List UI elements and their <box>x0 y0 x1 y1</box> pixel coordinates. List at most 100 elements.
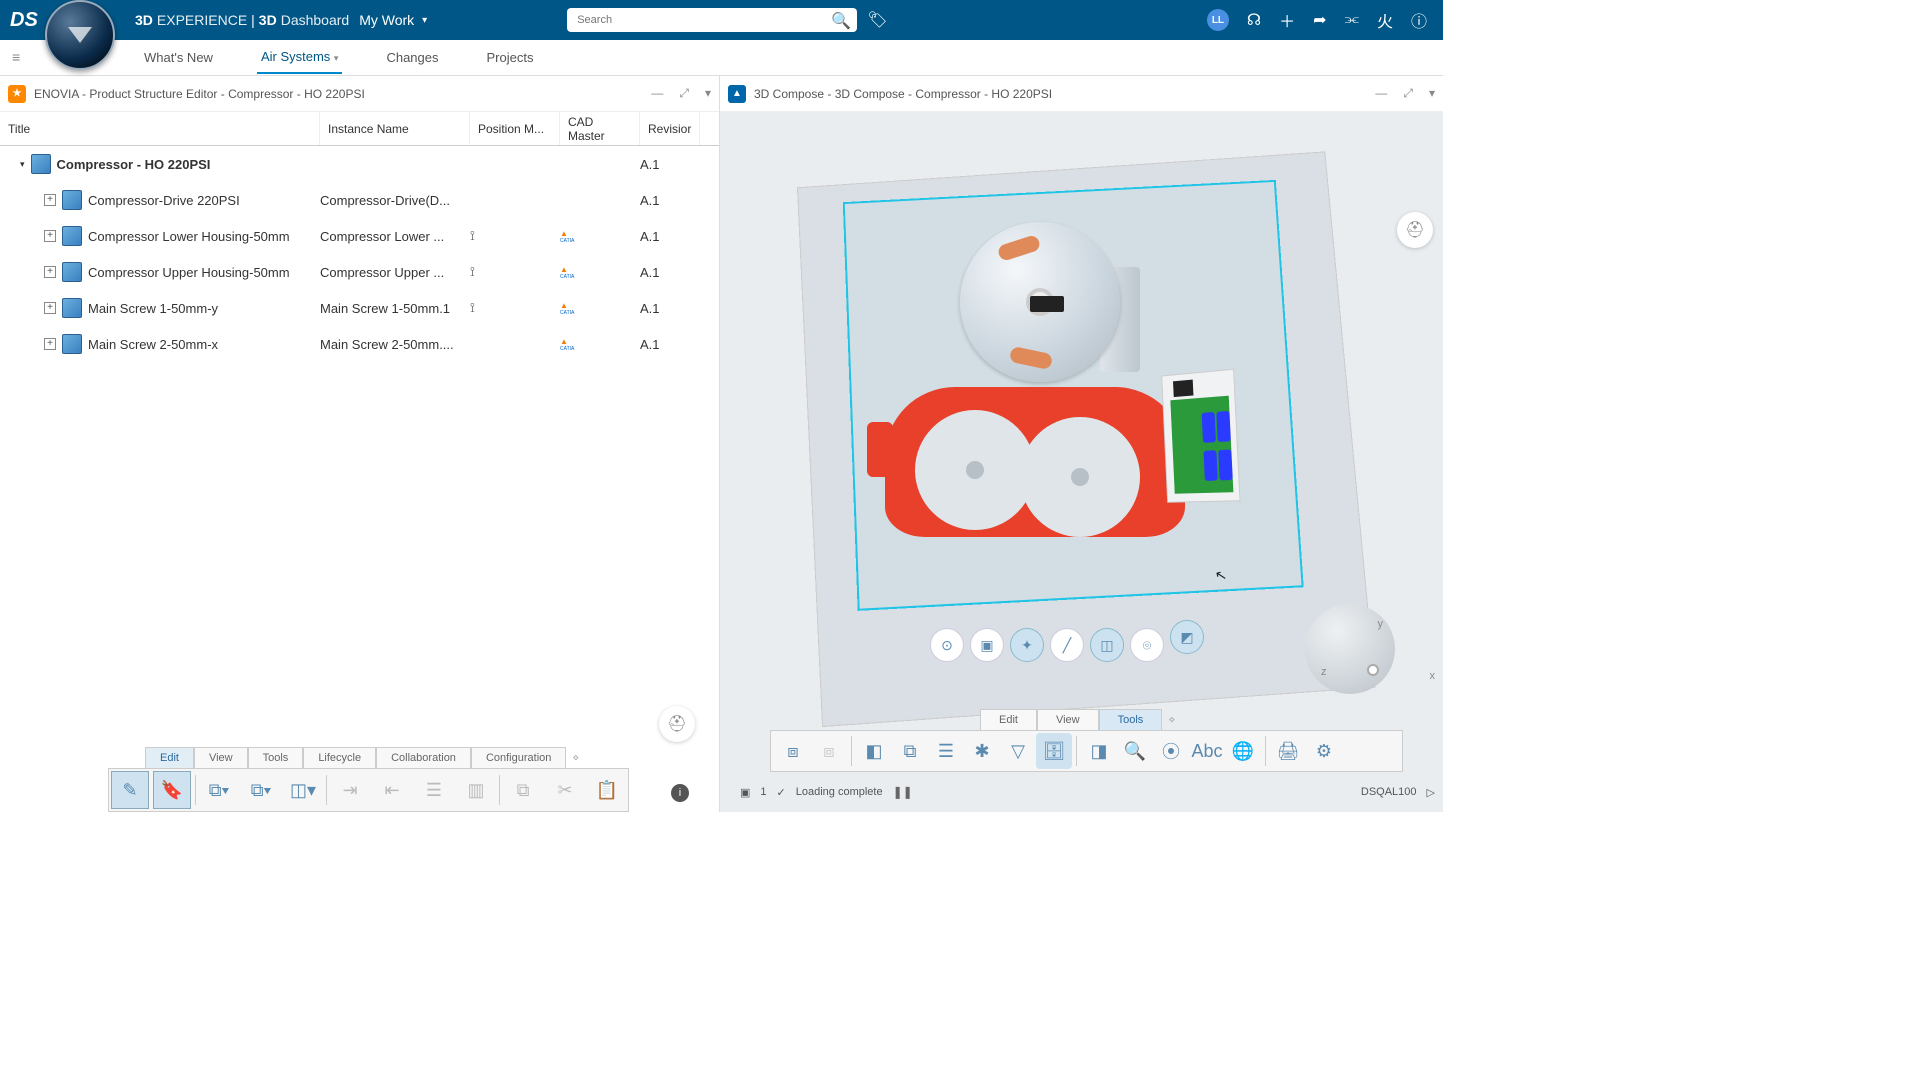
minimize-icon[interactable]: — <box>651 86 663 101</box>
compose-app-icon[interactable]: ▲ <box>728 85 746 103</box>
checklist-button[interactable]: ☰ <box>928 733 964 769</box>
graph-button[interactable]: ✱ <box>964 733 1000 769</box>
database-button[interactable]: 🗄 <box>1036 733 1072 769</box>
insert-new-button[interactable]: ⧉▾ <box>200 771 238 809</box>
compass-icon[interactable] <box>45 0 115 70</box>
settings-button[interactable]: ⚙ <box>1306 733 1342 769</box>
expand-icon[interactable]: + <box>44 230 56 242</box>
nav-changes[interactable]: Changes <box>382 42 442 73</box>
multi-cube-button[interactable]: ⧉ <box>892 733 928 769</box>
replace-button[interactable]: ◫▾ <box>284 771 322 809</box>
table-row[interactable]: + Compressor-Drive 220PSI Compressor-Dri… <box>0 182 719 218</box>
columns-button[interactable]: ▥ <box>457 771 495 809</box>
box-view-button[interactable]: ◫ <box>1090 628 1124 662</box>
context-label[interactable]: My Work <box>359 12 414 28</box>
search-icon[interactable]: 🔍 <box>831 11 851 31</box>
table-row[interactable]: + Main Screw 1-50mm-y Main Screw 1-50mm.… <box>0 290 719 326</box>
expand-icon[interactable]: ⤢ <box>679 86 689 101</box>
col-title[interactable]: Title <box>0 112 320 145</box>
isometric-button[interactable]: ◨ <box>1081 733 1117 769</box>
chevron-down-icon[interactable]: ▾ <box>705 86 711 101</box>
expand-icon[interactable]: + <box>44 338 56 350</box>
nav-projects[interactable]: Projects <box>483 42 538 73</box>
tab-tools[interactable]: Tools <box>1099 709 1163 730</box>
collapse-icon[interactable]: ▾ <box>20 159 25 170</box>
tabs-overflow-icon[interactable]: ⋄ <box>566 747 585 768</box>
ghost-button[interactable]: ⧈ <box>811 733 847 769</box>
tab-tools[interactable]: Tools <box>248 747 304 768</box>
search-model-button[interactable]: 🔍 <box>1117 733 1153 769</box>
col-cad[interactable]: CAD Master <box>560 112 640 145</box>
help-icon[interactable]: ⓘ <box>1411 8 1427 32</box>
filter-button[interactable]: ▽ <box>1000 733 1036 769</box>
tab-edit[interactable]: Edit <box>145 747 194 768</box>
pin-label-button[interactable]: Abc <box>1189 733 1225 769</box>
tag-icon[interactable]: 🏷 <box>867 10 887 30</box>
ds-logo-icon[interactable]: DS <box>10 9 40 32</box>
col-instance[interactable]: Instance Name <box>320 112 470 145</box>
3d-viewport[interactable]: ↖ ⛑ ⊙ ▣ ✦ ╱ ◫ ⌾ ◩ y x z Edit View <box>720 112 1443 812</box>
view-triad[interactable]: y x z <box>1323 622 1433 732</box>
table-row[interactable]: ▾ Compressor - HO 220PSI A.1 <box>0 146 719 182</box>
table-row[interactable]: + Compressor Lower Housing-50mm Compress… <box>0 218 719 254</box>
nav-air-systems[interactable]: Air Systems ▾ <box>257 41 343 74</box>
product-icon <box>31 154 51 174</box>
tab-edit[interactable]: Edit <box>980 709 1037 730</box>
tab-collaboration[interactable]: Collaboration <box>376 747 471 768</box>
table-row[interactable]: + Compressor Upper Housing-50mm Compress… <box>0 254 719 290</box>
robot-assist-button[interactable]: ⛑ <box>659 706 695 742</box>
cut-button[interactable]: ✂ <box>546 771 584 809</box>
minimize-icon[interactable]: — <box>1375 86 1387 101</box>
print-button[interactable]: 🖨 <box>1270 733 1306 769</box>
insert-existing-button[interactable]: ⧉▾ <box>242 771 280 809</box>
collab-icon[interactable]: ⽕ <box>1377 8 1393 32</box>
network-share-icon[interactable]: ⫘ <box>1345 11 1359 29</box>
nav-air-systems-label: Air Systems <box>261 49 330 64</box>
info-icon[interactable]: i <box>671 784 689 802</box>
solid-view-button[interactable]: ◩ <box>1170 620 1204 654</box>
globe-button[interactable]: 🌐 <box>1225 733 1261 769</box>
robot-assist-button[interactable]: ⛑ <box>1397 212 1433 248</box>
share-icon[interactable]: ➦ <box>1313 10 1326 30</box>
col-position[interactable]: Position M... <box>470 112 560 145</box>
cylinder-view-button[interactable]: ⌾ <box>1130 628 1164 662</box>
avatar[interactable]: LL <box>1207 9 1229 31</box>
axes-button[interactable]: ✦ <box>1010 628 1044 662</box>
product-icon <box>62 334 82 354</box>
pause-icon[interactable]: ❚❚ <box>893 785 913 799</box>
chevron-down-icon[interactable]: ▾ <box>1429 86 1435 101</box>
cube-button[interactable]: ◧ <box>856 733 892 769</box>
table-row[interactable]: + Main Screw 2-50mm-x Main Screw 2-50mm.… <box>0 326 719 362</box>
bookmark-button[interactable]: 🔖 <box>153 771 191 809</box>
enovia-app-icon[interactable]: ★ <box>8 85 26 103</box>
add-icon[interactable]: ＋ <box>1279 8 1295 32</box>
add-part-button[interactable]: ⧈ <box>775 733 811 769</box>
tab-view[interactable]: View <box>194 747 248 768</box>
tab-lifecycle[interactable]: Lifecycle <box>303 747 376 768</box>
fit-view-button[interactable]: ⊙ <box>930 628 964 662</box>
reframe-button[interactable]: ▣ <box>970 628 1004 662</box>
expand-icon[interactable]: + <box>44 302 56 314</box>
hamburger-icon[interactable]: ≡ <box>12 49 20 65</box>
tabs-overflow-icon[interactable]: ⋄ <box>1162 709 1181 730</box>
expand-icon[interactable]: + <box>44 194 56 206</box>
chevron-down-icon[interactable]: ▾ <box>422 15 427 26</box>
tab-configuration[interactable]: Configuration <box>471 747 566 768</box>
indent-button[interactable]: ⇥ <box>331 771 369 809</box>
status-chevron-icon[interactable]: ▷ <box>1427 786 1435 799</box>
outdent-button[interactable]: ⇤ <box>373 771 411 809</box>
search-input[interactable] <box>567 8 857 32</box>
list-button[interactable]: ☰ <box>415 771 453 809</box>
wire-button[interactable]: ╱ <box>1050 628 1084 662</box>
expand-icon[interactable]: ⤢ <box>1403 86 1413 101</box>
chevron-down-icon[interactable]: ▾ <box>334 53 339 63</box>
copy-button[interactable]: ⧉ <box>504 771 542 809</box>
col-revision[interactable]: Revisior <box>640 112 700 145</box>
edit-pencil-button[interactable]: ✎ <box>111 771 149 809</box>
expand-icon[interactable]: + <box>44 266 56 278</box>
tab-view[interactable]: View <box>1037 709 1099 730</box>
inspect-button[interactable]: ⦿ <box>1153 733 1189 769</box>
nav-whats-new[interactable]: What's New <box>140 42 217 73</box>
notifications-icon[interactable]: ☊ <box>1247 10 1261 30</box>
paste-button[interactable]: 📋 <box>588 771 626 809</box>
